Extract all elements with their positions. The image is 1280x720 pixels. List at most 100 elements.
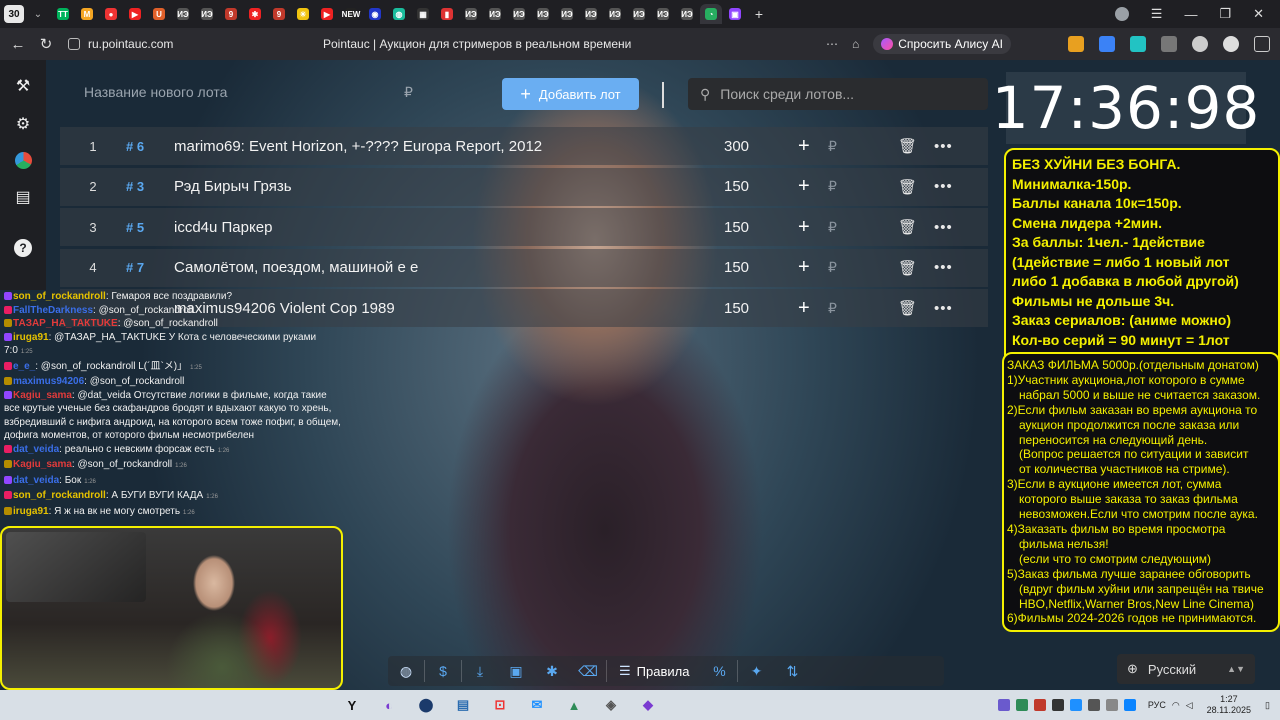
more-icon[interactable]: ••• — [934, 300, 964, 317]
bookmark-icon[interactable]: ⌂ — [852, 37, 859, 51]
add-amount-button[interactable]: + — [798, 175, 828, 198]
browser-tab[interactable]: U — [148, 4, 170, 24]
profile-icon[interactable] — [1114, 7, 1129, 21]
chat-username[interactable]: Kagiu_sama — [13, 390, 72, 401]
clipboard-icon[interactable]: ▤ — [13, 187, 33, 207]
chat-username[interactable]: dat_veida — [13, 475, 59, 486]
reload-button[interactable]: ↻ — [32, 35, 60, 53]
lot-name[interactable]: iccd4u Паркер — [174, 219, 724, 236]
tray-icon[interactable] — [1033, 699, 1046, 711]
browser-tab[interactable]: ИЭ — [484, 4, 506, 24]
browser-tab[interactable]: ИЭ — [196, 4, 218, 24]
chat-username[interactable]: iruga91 — [13, 332, 49, 343]
add-amount-button[interactable]: + — [798, 256, 828, 279]
add-amount-button[interactable]: + — [798, 297, 828, 320]
chat-username[interactable]: dat_veida — [13, 444, 59, 455]
taskbar-app-icon[interactable]: Y — [339, 694, 365, 716]
chat-username[interactable]: maximus94206 — [13, 376, 84, 387]
github-icon[interactable]: ◍ — [388, 658, 424, 684]
chat-username[interactable]: iruga91 — [13, 506, 49, 517]
add-amount-button[interactable]: + — [798, 216, 828, 239]
taskbar-app-icon[interactable]: ◈ — [598, 694, 624, 716]
browser-tab[interactable]: ◍ — [388, 4, 410, 24]
save-icon[interactable]: ▣ — [498, 658, 534, 684]
tray-icon[interactable] — [1051, 699, 1064, 711]
browser-tab[interactable]: ИЭ — [508, 4, 530, 24]
gear-icon[interactable]: ⚙ — [13, 114, 33, 134]
browser-tab[interactable]: ◉ — [364, 4, 386, 24]
extension-icon[interactable] — [1068, 36, 1084, 52]
browser-tab[interactable]: ▮ — [436, 4, 458, 24]
browser-tab[interactable]: ИЭ — [604, 4, 626, 24]
clear-icon[interactable]: ⌫ — [570, 658, 606, 684]
wifi-icon[interactable]: ◠ — [1172, 700, 1180, 711]
extension-icon[interactable] — [1223, 36, 1239, 52]
chat-username[interactable]: son_of_rockandroll — [13, 291, 106, 302]
delete-icon[interactable]: 🗑 — [898, 178, 934, 196]
wheel-icon[interactable] — [14, 152, 32, 169]
language-select[interactable]: ⊕ Русский ▲▼ — [1117, 654, 1255, 684]
dollar-icon[interactable]: $ — [425, 658, 461, 684]
rules-button[interactable]: ☰ Правила — [607, 663, 701, 679]
taskbar-app-icon[interactable]: ▤ — [450, 694, 476, 716]
url-field[interactable]: ru.pointauc.com — [68, 37, 173, 51]
tray-icon[interactable] — [997, 699, 1010, 711]
add-amount-button[interactable]: + — [798, 135, 828, 158]
browser-tab[interactable]: ✱ — [244, 4, 266, 24]
sort-icon[interactable]: ⇅ — [774, 658, 810, 684]
browser-tab[interactable]: ИЭ — [628, 4, 650, 24]
bug-icon[interactable]: ✱ — [534, 658, 570, 684]
browser-tab[interactable]: ▶ — [316, 4, 338, 24]
pin-icon[interactable]: ✦ — [738, 658, 774, 684]
chat-username[interactable]: ТАЗАР_НА_ТАКТUKE — [13, 318, 118, 329]
search-input[interactable]: ⚲ Поиск среди лотов... — [688, 78, 988, 110]
tray-icon[interactable] — [1105, 699, 1118, 711]
help-icon[interactable]: ? — [14, 239, 32, 257]
browser-tab[interactable]: 9 — [268, 4, 290, 24]
menu-icon[interactable]: ☰ — [1151, 6, 1163, 22]
tray-icon[interactable] — [1087, 699, 1100, 711]
delete-icon[interactable]: 🗑 — [898, 218, 934, 236]
browser-tab[interactable]: ИЭ — [580, 4, 602, 24]
minimize-button[interactable]: — — [1184, 7, 1197, 22]
chat-username[interactable]: Kagiu_sama — [13, 459, 72, 470]
lot-amount[interactable]: 300 — [724, 138, 798, 155]
browser-tab[interactable]: ИЭ — [172, 4, 194, 24]
lot-name[interactable]: marimo69: Event Horizon, +-???? Europa R… — [174, 138, 724, 155]
browser-tab[interactable]: M — [76, 4, 98, 24]
close-button[interactable]: ✕ — [1253, 6, 1264, 22]
taskbar-app-icon[interactable]: ◆ — [635, 694, 661, 716]
more-icon[interactable]: ••• — [934, 259, 964, 276]
browser-tab[interactable]: ▦ — [412, 4, 434, 24]
tab-count-badge[interactable]: 30 — [4, 5, 24, 23]
taskbar-app-icon[interactable]: ✉ — [524, 694, 550, 716]
translate-icon[interactable] — [1099, 36, 1115, 52]
delete-icon[interactable]: 🗑 — [898, 299, 934, 317]
more-icon[interactable]: ••• — [934, 178, 964, 195]
tray-icon[interactable] — [1015, 699, 1028, 711]
new-lot-input[interactable]: Название нового лота — [84, 84, 424, 100]
more-icon[interactable]: ••• — [934, 219, 964, 236]
browser-tab[interactable]: ИЭ — [532, 4, 554, 24]
browser-tab[interactable]: ИЭ — [676, 4, 698, 24]
download-icon[interactable]: ⤓ — [462, 658, 498, 684]
chevron-down-icon[interactable]: ⌄ — [30, 9, 46, 20]
lot-amount[interactable]: 150 — [724, 178, 798, 195]
browser-tab[interactable]: ☀ — [292, 4, 314, 24]
chat-username[interactable]: FallTheDarkness — [13, 305, 93, 316]
delete-icon[interactable]: 🗑 — [898, 259, 934, 277]
browser-tab[interactable]: ИЭ — [652, 4, 674, 24]
chat-username[interactable]: e_e_ — [13, 361, 35, 372]
browser-tab[interactable]: ● — [100, 4, 122, 24]
extension-icon[interactable] — [1161, 36, 1177, 52]
add-lot-button[interactable]: + Добавить лот — [502, 78, 639, 110]
taskbar-app-icon[interactable]: ▲ — [561, 694, 587, 716]
tray-icon[interactable] — [1123, 699, 1136, 711]
new-tab-button[interactable]: + — [748, 4, 770, 24]
volume-icon[interactable]: ◁ — [1186, 700, 1193, 711]
browser-tab[interactable]: ◔ — [700, 4, 722, 24]
lot-amount[interactable]: 150 — [724, 259, 798, 276]
extension-icon[interactable] — [1192, 36, 1208, 52]
taskbar-app-icon[interactable]: ⬤ — [413, 694, 439, 716]
input-language[interactable]: РУС — [1148, 700, 1166, 710]
